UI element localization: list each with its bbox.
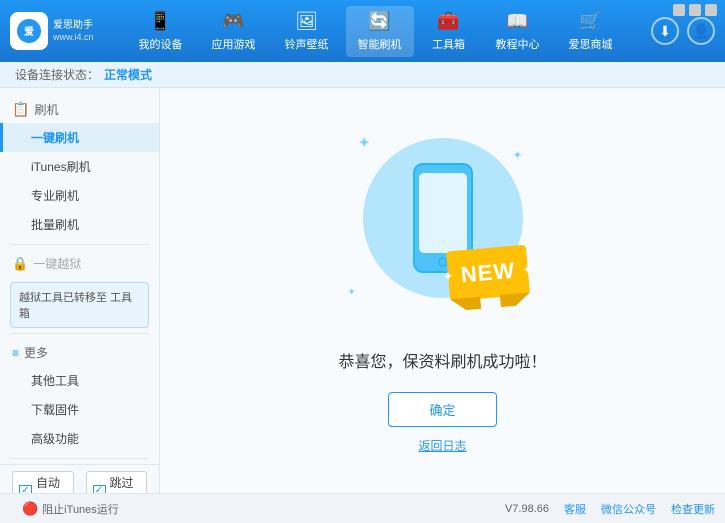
sidebar-more-header[interactable]: ≡ 更多 — [0, 339, 159, 366]
customer-service-link[interactable]: 客服 — [564, 501, 586, 517]
download-button[interactable]: ⬇ — [651, 17, 679, 45]
sparkle-icon-3: ✦ — [348, 287, 356, 298]
mydevice-label: 我的设备 — [139, 36, 183, 52]
toolbox-label: 工具箱 — [432, 36, 465, 52]
ribbon-text: NEW — [459, 257, 515, 288]
wechat-public-link[interactable]: 微信公众号 — [601, 501, 656, 517]
success-text: 恭喜您，保资料刷机成功啦！ — [338, 348, 546, 372]
itunes-stop-icon: 🔴 — [22, 501, 38, 517]
flash-section-label: 刷机 — [34, 101, 58, 118]
nav-item-flash[interactable]: 🔄 智能刷机 — [346, 6, 414, 57]
nav-item-mydevice[interactable]: 📱 我的设备 — [127, 6, 195, 57]
app-window: 爱 爱思助手 www.i4.cn 📱 我的设备 🎮 应用游戏 🖼 铃声壁纸 — [0, 0, 725, 523]
ribbon-main: ✦ NEW ✦ — [445, 244, 529, 301]
main-layout: 📋 刷机 一键刷机 iTunes刷机 专业刷机 批量刷机 🔒 一键越狱 越狱工 — [0, 88, 725, 493]
footer-bar: 🔴 阻止iTunes运行 V7.98.66 客服 微信公众号 检查更新 — [0, 493, 725, 523]
sidebar-divider-2 — [10, 333, 149, 334]
ribbon-tail-left — [450, 296, 481, 311]
sidebar-item-othertool[interactable]: 其他工具 — [0, 366, 159, 395]
appgame-icon: 🎮 — [223, 11, 245, 33]
sidebar: 📋 刷机 一键刷机 iTunes刷机 专业刷机 批量刷机 🔒 一键越狱 越狱工 — [0, 88, 160, 493]
flash-label: 智能刷机 — [358, 36, 402, 52]
skip-wizard-check: ✓ — [95, 486, 103, 493]
auto-restore-check: ✓ — [21, 486, 29, 493]
ribbon-star-left: ✦ — [442, 269, 453, 284]
ribbon-star-right: ✦ — [522, 262, 533, 277]
logo-icon: 爱 — [10, 12, 48, 50]
ringtone-label: 铃声壁纸 — [285, 36, 329, 52]
status-label: 设备连接状态： — [15, 66, 99, 83]
sidebar-item-pro-flash[interactable]: 专业刷机 — [0, 181, 159, 210]
top-right-controls: ⬇ 👤 — [651, 17, 715, 45]
user-button[interactable]: 👤 — [687, 17, 715, 45]
ribbon-decoration: ✦ NEW ✦ — [448, 248, 538, 308]
itunes-stop-button[interactable]: 🔴 阻止iTunes运行 — [10, 496, 131, 522]
appgame-label: 应用游戏 — [212, 36, 256, 52]
tutorial-icon: 📖 — [507, 11, 529, 33]
shop-icon: 🛒 — [580, 11, 602, 33]
checkbox-skip-wizard[interactable]: ✓ 跳过向导 — [86, 471, 148, 493]
close-button[interactable] — [705, 4, 717, 16]
logo-area: 爱 爱思助手 www.i4.cn — [10, 12, 100, 50]
nav-item-tutorial[interactable]: 📖 教程中心 — [484, 6, 552, 57]
tutorial-label: 教程中心 — [496, 36, 540, 52]
nav-item-ringtone[interactable]: 🖼 铃声壁纸 — [273, 6, 341, 57]
jailbreak-label: 一键越狱 — [33, 255, 81, 272]
mydevice-icon: 📱 — [150, 11, 172, 33]
footer-left: 🔴 阻止iTunes运行 — [10, 496, 131, 522]
checkbox-area: ✓ 自动恢复 ✓ 跳过向导 — [0, 464, 159, 493]
sparkle-icon-1: ✦ — [358, 133, 371, 153]
confirm-button[interactable]: 确定 — [388, 392, 496, 427]
ringtone-icon: 🖼 — [296, 11, 318, 33]
logo-text: 爱思助手 www.i4.cn — [53, 19, 94, 44]
sidebar-divider-1 — [10, 244, 149, 245]
sidebar-item-advanced[interactable]: 高级功能 — [0, 424, 159, 453]
auto-restore-box: ✓ — [19, 485, 32, 494]
sidebar-item-download-firmware[interactable]: 下载固件 — [0, 395, 159, 424]
skip-wizard-box: ✓ — [93, 485, 106, 494]
sidebar-locked-section: 🔒 一键越狱 — [0, 250, 159, 277]
nav-item-shop[interactable]: 🛒 爱思商城 — [557, 6, 625, 57]
version-label: V7.98.66 — [505, 503, 549, 515]
skip-wizard-label: 跳过向导 — [110, 474, 141, 493]
svg-text:爱: 爱 — [24, 25, 34, 38]
sidebar-divider-3 — [10, 458, 149, 459]
toolbox-icon: 🧰 — [438, 11, 460, 33]
shop-label: 爱思商城 — [569, 36, 613, 52]
lock-icon: 🔒 — [12, 256, 28, 272]
sidebar-item-itunes-flash[interactable]: iTunes刷机 — [0, 152, 159, 181]
sidebar-info-box: 越狱工具已转移至 工具箱 — [10, 282, 149, 328]
content-area: ✦ ✦ ✦ ✦ NEW ✦ 恭喜您，保资料刷机成功啦！ 确定 返回日志 — [160, 88, 725, 493]
more-section-icon: ≡ — [12, 346, 19, 360]
back-log-link[interactable]: 返回日志 — [418, 437, 466, 454]
minimize-button[interactable] — [673, 4, 685, 16]
sidebar-section-flash[interactable]: 📋 刷机 — [0, 96, 159, 123]
itunes-stop-label: 阻止iTunes运行 — [42, 501, 119, 517]
success-illustration: ✦ ✦ ✦ ✦ NEW ✦ — [343, 128, 543, 328]
top-nav-bar: 爱 爱思助手 www.i4.cn 📱 我的设备 🎮 应用游戏 🖼 铃声壁纸 — [0, 0, 725, 62]
status-bar: 设备连接状态： 正常模式 — [0, 62, 725, 88]
sparkle-icon-2: ✦ — [512, 148, 522, 162]
sidebar-item-onekey-flash[interactable]: 一键刷机 — [0, 123, 159, 152]
footer-right: V7.98.66 客服 微信公众号 检查更新 — [505, 501, 715, 517]
nav-item-toolbox[interactable]: 🧰 工具箱 — [419, 6, 479, 57]
flash-icon: 🔄 — [369, 11, 391, 33]
window-controls — [673, 4, 717, 16]
checkbox-auto-restore[interactable]: ✓ 自动恢复 — [12, 471, 74, 493]
status-value: 正常模式 — [104, 66, 152, 83]
ribbon-tail-right — [499, 292, 530, 307]
maximize-button[interactable] — [689, 4, 701, 16]
nav-items: 📱 我的设备 🎮 应用游戏 🖼 铃声壁纸 🔄 智能刷机 🧰 工具箱 📖 — [100, 6, 651, 57]
auto-restore-label: 自动恢复 — [36, 474, 67, 493]
sidebar-item-batch-flash[interactable]: 批量刷机 — [0, 210, 159, 239]
phone-screen — [419, 173, 467, 253]
nav-item-appgame[interactable]: 🎮 应用游戏 — [200, 6, 268, 57]
check-update-link[interactable]: 检查更新 — [671, 501, 715, 517]
flash-section-icon: 📋 — [12, 101, 29, 118]
more-section-label: 更多 — [24, 344, 48, 361]
